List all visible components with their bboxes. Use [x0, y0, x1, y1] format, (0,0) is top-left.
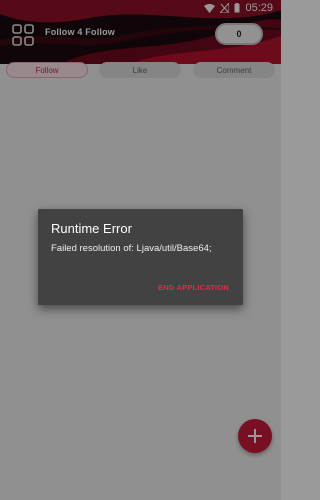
end-application-button[interactable]: END APPLICATION	[158, 283, 229, 292]
dialog-message: Failed resolution of: Ljava/util/Base64;	[51, 243, 212, 254]
dialog-title: Runtime Error	[51, 221, 132, 236]
error-dialog: Runtime Error Failed resolution of: Ljav…	[38, 209, 243, 305]
